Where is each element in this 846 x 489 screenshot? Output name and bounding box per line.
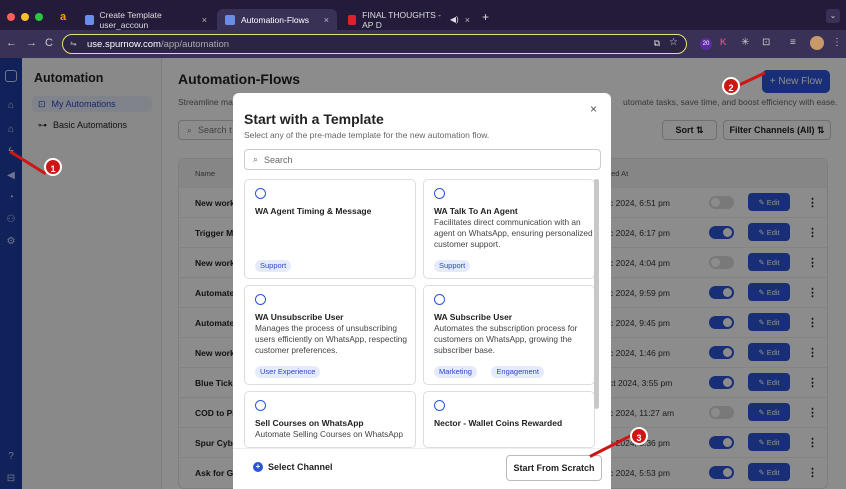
template-tag: Engagement	[491, 366, 544, 378]
template-card-description: Facilitates direct communication with an…	[434, 217, 593, 249]
tab-favicon-icon	[85, 14, 94, 25]
browser-tab-strip: a Create Template user_accoun × Automati…	[0, 0, 846, 30]
tab-create-template[interactable]: Create Template user_accoun ×	[77, 9, 215, 30]
template-card-title: Sell Courses on WhatsApp	[255, 418, 364, 428]
browser-menu-icon[interactable]: ⋮	[832, 37, 842, 48]
extension-puzzle-icon[interactable]: ✳	[741, 37, 749, 48]
modal-title: Start with a Template	[244, 111, 384, 127]
plus-icon: +	[253, 462, 263, 472]
forward-icon[interactable]: →	[26, 37, 37, 49]
close-tab-icon[interactable]: ×	[465, 15, 470, 25]
whatsapp-icon	[434, 294, 445, 305]
scrollbar-thumb[interactable]	[594, 179, 599, 409]
template-card-title: WA Talk To An Agent	[434, 206, 518, 216]
annotation-badge-1: 1	[44, 158, 62, 176]
template-card[interactable]: WA Agent Timing & Message Support	[244, 179, 416, 279]
modal-footer: + Select Channel Start From Scratch	[233, 448, 611, 489]
template-card[interactable]: WA Subscribe User Automates the subscript…	[423, 285, 595, 385]
tab-favicon-icon	[225, 14, 235, 25]
whatsapp-icon	[434, 400, 445, 411]
reload-icon[interactable]: C	[45, 37, 53, 49]
template-card[interactable]: Sell Courses on WhatsApp Automate Selling…	[244, 391, 416, 448]
tab-final-thoughts[interactable]: FINAL THOUGHTS - AP D ◀) ×	[340, 9, 478, 30]
back-icon[interactable]: ←	[6, 37, 17, 49]
modal-subtitle: Select any of the pre-made template for …	[244, 130, 490, 140]
site-info-icon[interactable]: ⇋	[70, 39, 77, 48]
annotation-badge-2: 2	[722, 77, 740, 95]
profile-avatar[interactable]	[810, 36, 824, 50]
template-tag: Support	[255, 260, 292, 272]
close-tab-icon[interactable]: ×	[202, 15, 207, 25]
extensions-icon[interactable]: ⊡	[762, 37, 770, 48]
annotation-badge-3: 3	[630, 427, 648, 445]
youtube-icon	[348, 14, 357, 25]
select-channel-button[interactable]: + Select Channel	[253, 462, 333, 472]
search-icon: ⌕	[253, 154, 259, 164]
window-controls[interactable]	[7, 13, 43, 21]
maximize-window-icon[interactable]	[35, 13, 43, 21]
template-card[interactable]: WA Talk To An Agent Facilitates direct co…	[423, 179, 595, 279]
template-card-description: Automates the subscription process for c…	[434, 323, 578, 355]
bookmark-star-icon[interactable]: ☆	[669, 37, 678, 48]
template-card-title: Nector - Wallet Coins Rewarded	[434, 418, 563, 428]
address-bar[interactable]: ⇋ use.spurnow.com/app/automation ⧉ ☆	[62, 34, 687, 54]
extension-k-icon[interactable]: K	[720, 37, 727, 47]
template-tag: Marketing	[434, 366, 477, 378]
template-scrollbar[interactable]	[594, 179, 599, 409]
template-card-title: WA Unsubscribe User	[255, 312, 344, 322]
cast-icon[interactable]: ⧉	[654, 38, 660, 49]
template-search-input[interactable]: ⌕ Search	[244, 149, 601, 170]
whatsapp-icon	[434, 188, 445, 199]
close-tab-icon[interactable]: ×	[324, 15, 329, 25]
whatsapp-icon	[255, 188, 266, 199]
extension-icon[interactable]: 20	[700, 38, 712, 50]
whatsapp-icon	[255, 294, 266, 305]
template-card-title: WA Subscribe User	[434, 312, 513, 322]
address-toolbar: ← → C ⇋ use.spurnow.com/app/automation ⧉…	[0, 30, 846, 58]
template-card-description: Manages the process of unsubscribing use…	[255, 323, 408, 355]
start-from-scratch-button[interactable]: Start From Scratch	[506, 455, 602, 481]
close-icon[interactable]: ×	[590, 102, 597, 116]
audio-icon[interactable]: ◀)	[450, 15, 459, 24]
template-card-description: Automate Selling Courses on WhatsApp	[255, 429, 404, 439]
template-modal: Start with a Template Select any of the …	[233, 93, 611, 489]
template-card[interactable]: Nector - Wallet Coins Rewarded	[423, 391, 595, 448]
whatsapp-icon	[255, 400, 266, 411]
template-card[interactable]: WA Unsubscribe User Manages the process o…	[244, 285, 416, 385]
template-tag: Support	[434, 260, 471, 272]
minimize-window-icon[interactable]	[21, 13, 29, 21]
template-card-title: WA Agent Timing & Message	[255, 206, 372, 216]
tab-automation-flows[interactable]: Automation-Flows ×	[217, 9, 337, 30]
reading-list-icon[interactable]: ≡	[790, 37, 796, 48]
template-tag: User Experience	[255, 366, 321, 378]
amazon-pinned-tab-icon[interactable]: a	[60, 11, 66, 23]
new-tab-icon[interactable]: +	[482, 10, 489, 24]
tab-search-icon[interactable]: ⌄	[826, 9, 840, 23]
close-window-icon[interactable]	[7, 13, 15, 21]
